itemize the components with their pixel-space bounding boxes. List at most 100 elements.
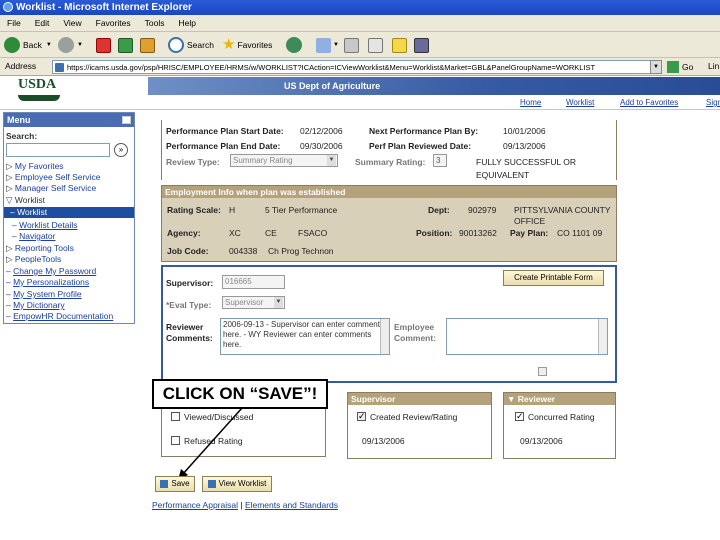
history-button[interactable] (286, 36, 305, 54)
menu-search-label: Search: (6, 131, 38, 141)
mail-button[interactable]: ▼ (316, 36, 339, 54)
mail-icon (316, 37, 331, 53)
messenger-button[interactable] (414, 36, 429, 54)
menu-item-system-profile[interactable]: – My System Profile (6, 289, 82, 299)
print-button[interactable] (344, 36, 359, 54)
menu-item-worklist[interactable]: ▽ Worklist (6, 195, 45, 206)
refresh-button[interactable] (118, 36, 133, 54)
rating-scale-value: H (229, 205, 236, 215)
rating-scale-desc: 5 Tier Performance (265, 205, 338, 215)
menu-tools[interactable]: Tools (138, 15, 172, 32)
menu-search-input[interactable] (6, 143, 110, 157)
agency-label: Agency: (167, 228, 201, 238)
callout-arrow (178, 407, 243, 480)
reviewer-collapse-icon[interactable]: ▼ (507, 394, 518, 404)
menu-item-personalizations[interactable]: – My Personalizations (6, 277, 89, 287)
menu-help[interactable]: Help (171, 15, 202, 32)
employee-comment-label: Employee Comment: (394, 322, 437, 343)
discuss-icon (392, 37, 407, 53)
star-icon: ★ (222, 36, 236, 53)
discuss-button[interactable] (392, 36, 407, 54)
view-worklist-button[interactable]: View Worklist (202, 476, 272, 492)
ie-logo-icon (3, 2, 13, 12)
review-type-select[interactable]: Summary Rating (230, 154, 338, 167)
printer-icon (344, 37, 359, 53)
jobcode-desc: Ch Prog Technon (268, 246, 334, 256)
supervisor-input[interactable]: 016665 (222, 275, 285, 289)
save-button[interactable]: Save (155, 476, 195, 492)
address-input[interactable]: https://icams.usda.gov/psp/HRISC/EMPLOYE… (52, 60, 662, 74)
arrow-line (181, 407, 243, 476)
menu-item-peopletools[interactable]: ▷ PeopleTools (6, 254, 61, 265)
menu-header: Menu (4, 113, 134, 127)
go-button[interactable]: Go (667, 61, 693, 73)
menu-item-worklist-details[interactable]: – Worklist Details (12, 220, 78, 230)
nav-add-favorites-link[interactable]: Add to Favorites (620, 98, 678, 107)
edit-icon (368, 37, 383, 53)
menu-item-reporting-tools[interactable]: ▷ Reporting Tools (6, 243, 74, 254)
plan-reviewed-value: 09/13/2006 (503, 141, 546, 151)
summary-rating-text: FULLY SUCCESSFUL OR EQUIVALENT (476, 157, 576, 180)
links-label[interactable]: Lin (708, 61, 719, 71)
reviewer-comments-textarea[interactable]: 2006-09-13 - Supervisor can enter commen… (220, 318, 390, 355)
menu-item-navigator[interactable]: – Navigator (12, 231, 55, 241)
employee-comment-textarea[interactable] (446, 318, 608, 355)
left-menu: Menu Search: » ▷ My Favorites ▷ Employee… (3, 112, 135, 324)
plan-end-label: Performance Plan End Date: (166, 141, 281, 151)
performance-appraisal-link[interactable]: Performance Appraisal (152, 500, 238, 510)
menu-item-manager-self-service[interactable]: ▷ Manager Self Service (6, 183, 96, 194)
summary-rating-input[interactable]: 3 (433, 154, 447, 167)
browser-toolbar: Back ▼ ▼ Search ★ Favorites ▼ (0, 32, 720, 58)
minimize-icon[interactable] (122, 116, 131, 124)
chevron-down-icon: ▼ (45, 42, 52, 48)
window-title: Worklist - Microsoft Internet Explorer (16, 2, 192, 13)
nav-worklist-link[interactable]: Worklist (566, 98, 594, 107)
address-dropdown-icon[interactable]: ▼ (650, 60, 662, 74)
forward-arrow-icon (58, 37, 74, 53)
menu-edit[interactable]: Edit (28, 15, 57, 32)
created-review-checkbox[interactable]: ✓ (357, 412, 366, 421)
reviewer-comments-label: Reviewer Comments: (166, 322, 213, 343)
stop-button[interactable] (96, 36, 111, 54)
nav-home-link[interactable]: Home (520, 98, 541, 107)
home-button[interactable] (140, 36, 155, 54)
menu-item-my-favorites[interactable]: ▷ My Favorites (6, 161, 64, 172)
menu-favorites[interactable]: Favorites (89, 15, 138, 32)
create-printable-form-button[interactable]: Create Printable Form (503, 270, 604, 286)
textarea-scrollbar[interactable] (598, 319, 607, 354)
refresh-icon (118, 37, 133, 53)
menu-item-empowhr-documentation[interactable]: – EmpowHR Documentation (6, 311, 113, 321)
jobcode-label: Job Code: (167, 246, 209, 256)
menu-item-change-password[interactable]: – Change My Password (6, 266, 96, 276)
employment-info-header: Employment Info when plan was establishe… (162, 186, 616, 198)
review-type-label: Review Type: (166, 157, 220, 167)
favorites-button[interactable]: ★ Favorites (222, 36, 272, 54)
menu-view[interactable]: View (56, 15, 88, 32)
eval-type-select[interactable]: Supervisor (222, 296, 285, 309)
reviewer-status-header: ▼ Reviewer (504, 393, 615, 405)
footer-separator: | (238, 500, 245, 510)
back-button[interactable]: Back ▼ (4, 36, 52, 54)
nav-sign-out-link[interactable]: Sign (706, 98, 720, 107)
next-plan-label: Next Performance Plan By: (369, 126, 479, 136)
forward-button[interactable]: ▼ (58, 36, 83, 54)
search-go-icon[interactable]: » (114, 143, 128, 157)
edit-button[interactable] (368, 36, 383, 54)
employee-comment-checkbox[interactable] (538, 367, 547, 376)
dept-value: 902979 (468, 205, 497, 215)
search-button[interactable]: Search (168, 36, 214, 54)
chevron-down-icon: ▼ (333, 42, 339, 48)
rating-scale-label: Rating Scale: (167, 205, 221, 215)
menu-file[interactable]: File (0, 15, 28, 32)
menu-item-worklist-sub[interactable]: – Worklist (4, 207, 134, 218)
elements-standards-link[interactable]: Elements and Standards (245, 500, 338, 510)
menu-item-dictionary[interactable]: – My Dictionary (6, 300, 65, 310)
position-label: Position: (416, 228, 453, 238)
concurred-rating-checkbox[interactable]: ✓ (515, 412, 524, 421)
summary-rating-label: Summary Rating: (355, 157, 426, 167)
textarea-scrollbar[interactable] (380, 319, 389, 354)
dept-name: PITTSYLVANIA COUNTY OFFICE (514, 205, 611, 226)
plan-reviewed-label: Perf Plan Reviewed Date: (369, 141, 472, 151)
menu-item-employee-self-service[interactable]: ▷ Employee Self Service (6, 172, 100, 183)
save-icon (160, 480, 169, 488)
